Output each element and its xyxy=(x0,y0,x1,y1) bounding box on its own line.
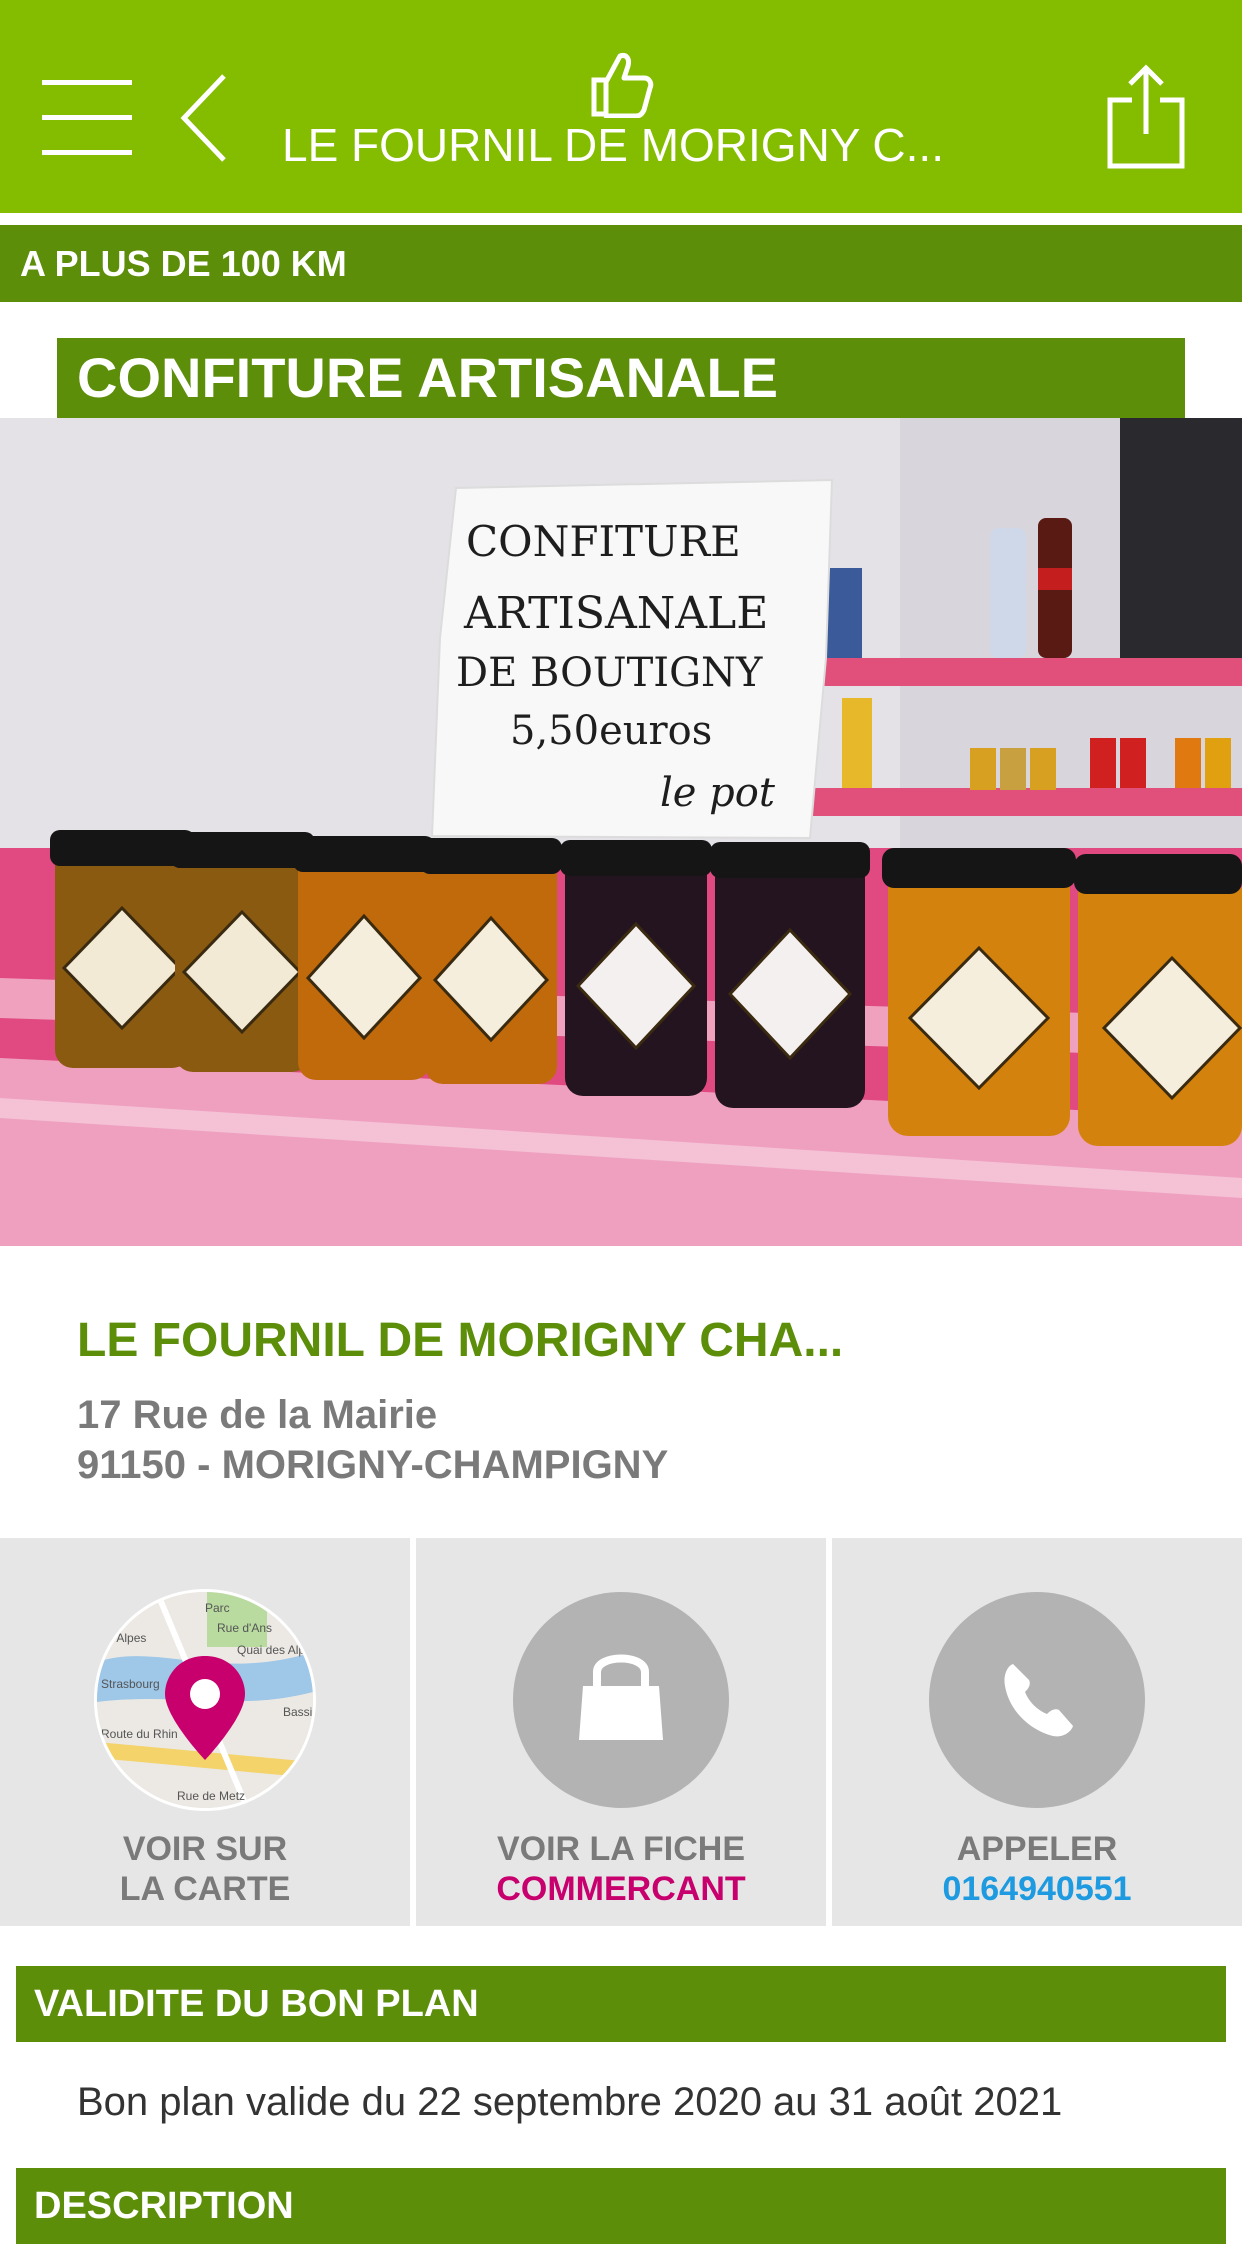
shop-sheet-label-line2: COMMERCANT xyxy=(496,1870,746,1908)
map-label-line2: LA CARTE xyxy=(119,1870,291,1908)
share-icon xyxy=(1107,64,1185,169)
sign-line: le pot xyxy=(660,770,776,816)
map-label: Parc xyxy=(205,1601,230,1615)
jam-jar xyxy=(293,836,435,1080)
hamburger-icon-line xyxy=(42,115,132,120)
app-header: LE FOURNIL DE MORIGNY C... xyxy=(0,0,1242,213)
thumbs-up-icon xyxy=(591,53,654,119)
jam-jar xyxy=(50,830,195,1068)
hamburger-icon-line xyxy=(42,150,132,155)
call-label-line1: APPELER xyxy=(956,1830,1118,1868)
shop-city: 91150 - MORIGNY-CHAMPIGNY xyxy=(77,1443,669,1487)
distance-banner: A PLUS DE 100 KM xyxy=(0,225,1242,302)
map-pin-icon: Parc Rue d'Ans Quai des Alpes Strasbourg… xyxy=(97,1592,313,1808)
validity-text: Bon plan valide du 22 septembre 2020 au … xyxy=(77,2080,1063,2124)
deal-photo: CONFITURE ARTISANALE DE BOUTIGNY 5,50eur… xyxy=(0,418,1242,1246)
jam-jar xyxy=(170,832,315,1072)
deal-photo-illustration: CONFITURE ARTISANALE DE BOUTIGNY 5,50eur… xyxy=(0,418,1242,1246)
distance-label: A PLUS DE 100 KM xyxy=(20,243,347,284)
map-label-line1: VOIR SUR xyxy=(122,1830,288,1868)
map-label: es Alpes xyxy=(101,1631,146,1645)
price-sign: CONFITURE ARTISANALE DE BOUTIGNY 5,50eur… xyxy=(430,478,834,840)
jam-jar xyxy=(1074,854,1242,1146)
sign-line: CONFITURE xyxy=(466,517,741,566)
jam-jar xyxy=(710,842,870,1108)
chevron-left-icon xyxy=(180,74,226,162)
back-button[interactable] xyxy=(178,72,238,164)
deal-title: CONFITURE ARTISANALE xyxy=(77,346,779,409)
sign-line: 5,50euros xyxy=(510,708,712,754)
shop-sheet-label-line1: VOIR LA FICHE xyxy=(496,1830,746,1868)
map-thumbnail: Parc Rue d'Ans Quai des Alpes Strasbourg… xyxy=(94,1589,316,1811)
map-label: Rue de Metz xyxy=(177,1789,245,1803)
page-title: LE FOURNIL DE MORIGNY C... xyxy=(282,119,944,171)
map-label: Route du Rhin xyxy=(101,1727,178,1741)
hamburger-icon xyxy=(42,80,132,85)
call-button[interactable]: APPELER 0164940551 xyxy=(832,1538,1242,1926)
shop-name[interactable]: LE FOURNIL DE MORIGNY CHA... xyxy=(77,1313,843,1368)
sign-line: ARTISANALE xyxy=(463,588,768,639)
like-button[interactable] xyxy=(590,50,654,119)
description-header[interactable]: DESCRIPTION xyxy=(16,2168,1226,2244)
share-button[interactable] xyxy=(1106,64,1186,170)
deal-title-banner: CONFITURE ARTISANALE xyxy=(57,338,1185,418)
view-map-button[interactable]: Parc Rue d'Ans Quai des Alpes Strasbourg… xyxy=(0,1538,410,1926)
action-tiles: Parc Rue d'Ans Quai des Alpes Strasbourg… xyxy=(0,1538,1242,1926)
validity-header: VALIDITE DU BON PLAN xyxy=(16,1966,1226,2042)
sign-line: DE BOUTIGNY xyxy=(456,650,763,696)
map-label: Strasbourg xyxy=(101,1677,160,1691)
phone-icon xyxy=(1004,1664,1073,1737)
validity-heading: VALIDITE DU BON PLAN xyxy=(34,1983,479,2025)
map-label: Rue d'Ans xyxy=(217,1621,272,1635)
shopping-bag-icon xyxy=(579,1654,663,1740)
map-label: Quai des Alpes xyxy=(237,1643,313,1657)
phone-number[interactable]: 0164940551 xyxy=(832,1870,1242,1909)
jam-jar xyxy=(420,838,562,1084)
description-heading: DESCRIPTION xyxy=(34,2185,294,2227)
shop-sheet-circle xyxy=(513,1592,729,1808)
map-label: Bassin xyxy=(283,1705,313,1719)
view-shop-sheet-button[interactable]: VOIR LA FICHE COMMERCANT xyxy=(416,1538,826,1926)
jam-jar xyxy=(560,840,712,1096)
jam-jar xyxy=(882,848,1076,1136)
shop-street: 17 Rue de la Mairie xyxy=(77,1393,438,1437)
hamburger-menu-button[interactable] xyxy=(42,80,132,155)
call-circle xyxy=(929,1592,1145,1808)
